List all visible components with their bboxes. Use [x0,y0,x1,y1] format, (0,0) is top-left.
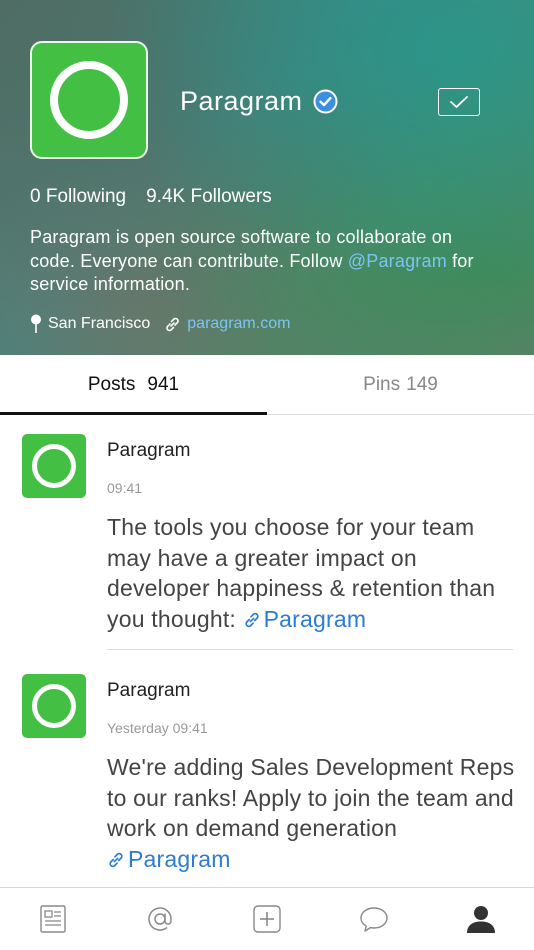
compose-icon [253,905,281,933]
tabbar-messages[interactable] [320,888,427,950]
location-pin-icon [30,314,42,334]
tabbar-mentions[interactable] [107,888,214,950]
follow-counts: 0 Following 9.4K Followers [30,186,292,208]
profile-name: Paragram [180,86,303,116]
tabbar-profile[interactable] [427,888,534,950]
post-link[interactable]: Paragram [107,846,231,872]
tab-posts-count: 941 [147,373,180,395]
location-label: San Francisco [48,315,151,332]
profile-icon [466,906,495,933]
follow-toggle-button[interactable] [438,88,480,116]
tab-pins[interactable]: Pins 149 [267,355,534,414]
logo-ring-icon [32,444,76,488]
post-body: We're adding Sales Development Reps to o… [107,754,515,841]
post-divider [107,649,513,650]
tab-pins-count: 149 [406,373,438,395]
tab-pins-label: Pins [363,373,401,395]
link-icon [164,316,181,333]
bottom-tab-bar [0,887,534,950]
tab-posts[interactable]: Posts 941 [0,355,267,415]
tab-posts-label: Posts [87,373,136,395]
logo-ring-icon [32,684,76,728]
news-icon [40,905,67,933]
profile-header: Paragram 0 Following 9.4K Followers Parag… [0,0,534,355]
post-link-label: Paragram [128,845,231,872]
post-time: 09:41 [107,480,143,496]
post-item[interactable]: Paragram 09:41 The tools you choose for … [0,416,534,656]
logo-ring-icon [50,61,128,139]
post-text: We're adding Sales Development Reps to o… [107,752,517,874]
link-icon [244,612,259,627]
post-time: Yesterday 09:41 [107,720,208,736]
post-author[interactable]: Paragram [107,440,190,462]
messages-icon [360,907,388,932]
bio-mention-link[interactable]: @Paragram [348,251,447,271]
link-icon [109,852,123,867]
profile-avatar[interactable] [30,41,148,159]
website-link[interactable]: paragram.com [187,315,290,333]
post-feed: Paragram 09:41 The tools you choose for … [0,416,534,896]
verified-badge-icon [313,89,338,114]
profile-tabs: Posts 941 Pins 149 [0,355,534,415]
post-link[interactable]: Paragram [243,606,367,632]
tabbar-compose[interactable] [214,888,321,950]
post-link-label: Paragram [263,605,367,632]
tabbar-news[interactable] [0,888,107,950]
mention-icon [148,907,172,931]
post-author[interactable]: Paragram [107,680,190,702]
profile-name-row: Paragram [180,86,338,117]
post-text: The tools you choose for your team may h… [107,512,517,634]
post-avatar[interactable] [22,674,86,738]
post-avatar[interactable] [22,434,86,498]
followers-count[interactable]: 9.4K Followers [146,186,272,207]
profile-meta: San Francisco paragram.com [30,314,290,334]
check-icon [450,96,468,108]
profile-bio: Paragram is open source software to coll… [30,226,500,297]
post-item[interactable]: Paragram Yesterday 09:41 We're adding Sa… [0,656,534,896]
following-count[interactable]: 0 Following [30,186,126,207]
